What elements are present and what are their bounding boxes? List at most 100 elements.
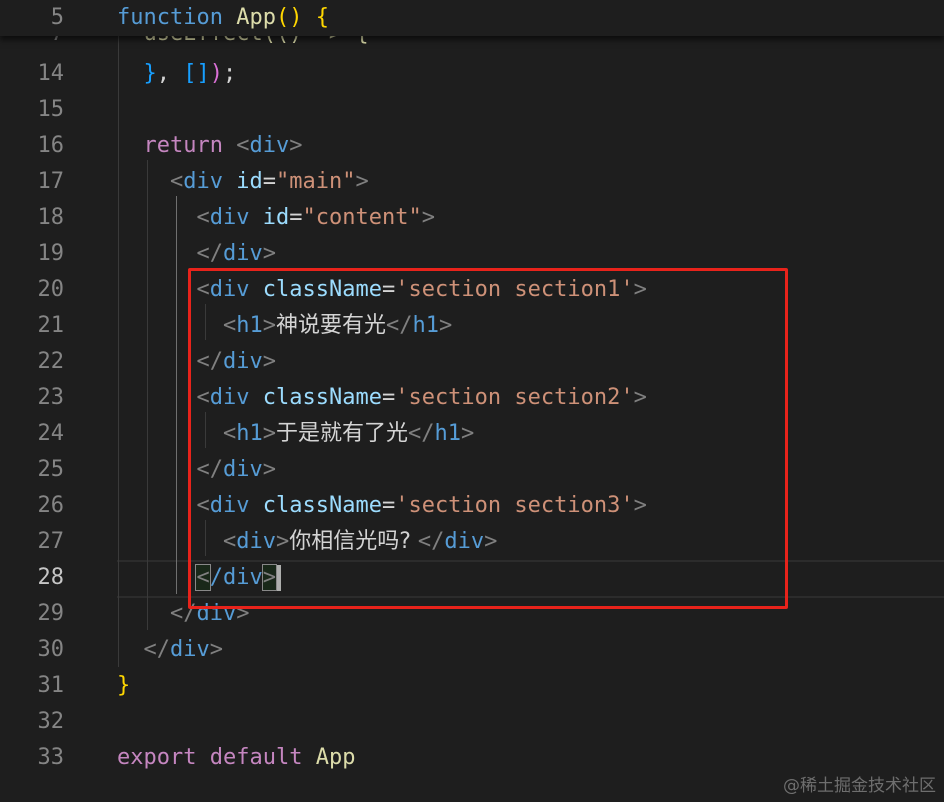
code-token: return	[143, 133, 223, 158]
code-text[interactable]: </div>	[117, 344, 276, 380]
code-line[interactable]: 20 <div className='section section1'>	[0, 272, 944, 308]
code-token: div	[209, 277, 250, 302]
code-token: default	[209, 745, 303, 770]
code-token: </	[196, 349, 223, 374]
code-token: =	[381, 385, 396, 410]
code-line[interactable]: 14 }, []);	[0, 56, 944, 92]
code-token: div	[209, 385, 250, 410]
code-line[interactable]: 17 <div id="main">	[0, 164, 944, 200]
line-number: 21	[37, 313, 65, 338]
code-text[interactable]: }, []);	[117, 56, 237, 92]
code-text[interactable]: <div id="main">	[117, 164, 369, 200]
code-token: div	[209, 205, 250, 230]
code-token: <	[196, 493, 210, 518]
line-number: 19	[37, 241, 65, 266]
code-token: >	[261, 564, 277, 591]
code-line[interactable]: 5 function App() {	[0, 0, 944, 36]
code-line[interactable]: 26 <div className='section section3'>	[0, 488, 944, 524]
text-cursor	[275, 565, 281, 591]
line-number: 14	[37, 61, 65, 86]
code-token: >	[460, 421, 475, 446]
indent-guide	[118, 36, 119, 667]
code-text[interactable]: function App() {	[117, 0, 329, 36]
code-token: div	[183, 169, 223, 194]
code-text[interactable]: <h1>于是就有了光</h1>	[117, 416, 474, 452]
line-number: 25	[37, 457, 65, 482]
code-text[interactable]: <div className='section section2'>	[117, 380, 646, 416]
code-line[interactable]: 25 </div>	[0, 452, 944, 488]
code-line[interactable]: 16 return <div>	[0, 128, 944, 164]
code-line[interactable]: 21 <h1>神说要有光</h1>	[0, 308, 944, 344]
code-line[interactable]: 18 <div id="content">	[0, 200, 944, 236]
code-token: div	[196, 601, 237, 626]
code-token: 'section section1'	[395, 277, 634, 302]
indent-guide-active	[176, 196, 177, 594]
code-line[interactable]: 15	[0, 92, 944, 128]
code-text[interactable]: export default App	[117, 740, 355, 776]
code-text[interactable]: </div>	[117, 596, 250, 632]
code-editor[interactable]: 14 }, []); 15 16 return <div> 17 <div id="m…	[0, 0, 944, 802]
code-text[interactable]: <div className='section section3'>	[117, 488, 646, 524]
code-token: </	[169, 601, 197, 626]
code-line[interactable]: 32	[0, 704, 944, 740]
code-token: div	[236, 529, 276, 554]
code-line[interactable]: 31}	[0, 668, 944, 704]
code-token: 神说要有光	[275, 313, 386, 338]
code-text[interactable]: <h1>神说要有光</h1>	[117, 308, 452, 344]
code-token: )	[209, 61, 223, 86]
code-line[interactable]: 30 </div>	[0, 632, 944, 668]
code-token: className	[262, 277, 382, 302]
code-token: <	[196, 277, 210, 302]
code-line[interactable]: 27 <div>你相信光吗? </div>	[0, 524, 944, 560]
code-line[interactable]: 23 <div className='section section2'>	[0, 380, 944, 416]
code-token: div	[444, 529, 485, 554]
watermark: @稀土掘金技术社区	[783, 776, 936, 796]
code-text[interactable]: </div>	[117, 560, 281, 596]
code-token: h1	[434, 421, 461, 446]
code-line[interactable]: 29 </div>	[0, 596, 944, 632]
code-token: div	[209, 493, 250, 518]
line-number: 16	[37, 133, 65, 158]
code-token: export	[117, 745, 197, 770]
code-text[interactable]: <div>你相信光吗? </div>	[117, 524, 497, 560]
code-token: "main"	[275, 169, 356, 194]
code-token: App	[236, 5, 276, 30]
code-token: </	[196, 457, 223, 482]
code-text[interactable]: </div>	[117, 452, 276, 488]
code-text[interactable]: <div id="content">	[117, 200, 434, 236]
code-token: >	[633, 277, 647, 302]
code-token: >	[262, 313, 276, 338]
code-line[interactable]: 19 </div>	[0, 236, 944, 272]
code-text[interactable]: </div>	[117, 632, 224, 668]
code-text[interactable]: </div>	[117, 236, 276, 272]
sticky-scroll-header[interactable]: 5 function App() {	[0, 0, 944, 36]
code-text[interactable]: }	[117, 668, 130, 704]
code-line[interactable]: 24 <h1>于是就有了光</h1>	[0, 416, 944, 452]
code-token: >	[355, 169, 369, 194]
code-line[interactable]: 22 </div>	[0, 344, 944, 380]
code-token: div	[222, 349, 263, 374]
code-token: 你相信光吗?	[289, 529, 418, 554]
line-number: 17	[37, 169, 65, 194]
line-number: 5	[50, 5, 64, 30]
code-line[interactable]: 28 </div>	[0, 560, 944, 596]
code-text[interactable]: <div className='section section1'>	[117, 272, 647, 308]
code-text[interactable]: return <div>	[117, 128, 303, 164]
line-number: 30	[37, 637, 65, 662]
code-token: </	[196, 241, 223, 266]
code-token: >	[209, 637, 223, 662]
code-token: div	[249, 133, 290, 158]
indent-guide	[147, 160, 148, 630]
line-number: 32	[37, 709, 65, 734]
code-token: </	[417, 529, 445, 554]
